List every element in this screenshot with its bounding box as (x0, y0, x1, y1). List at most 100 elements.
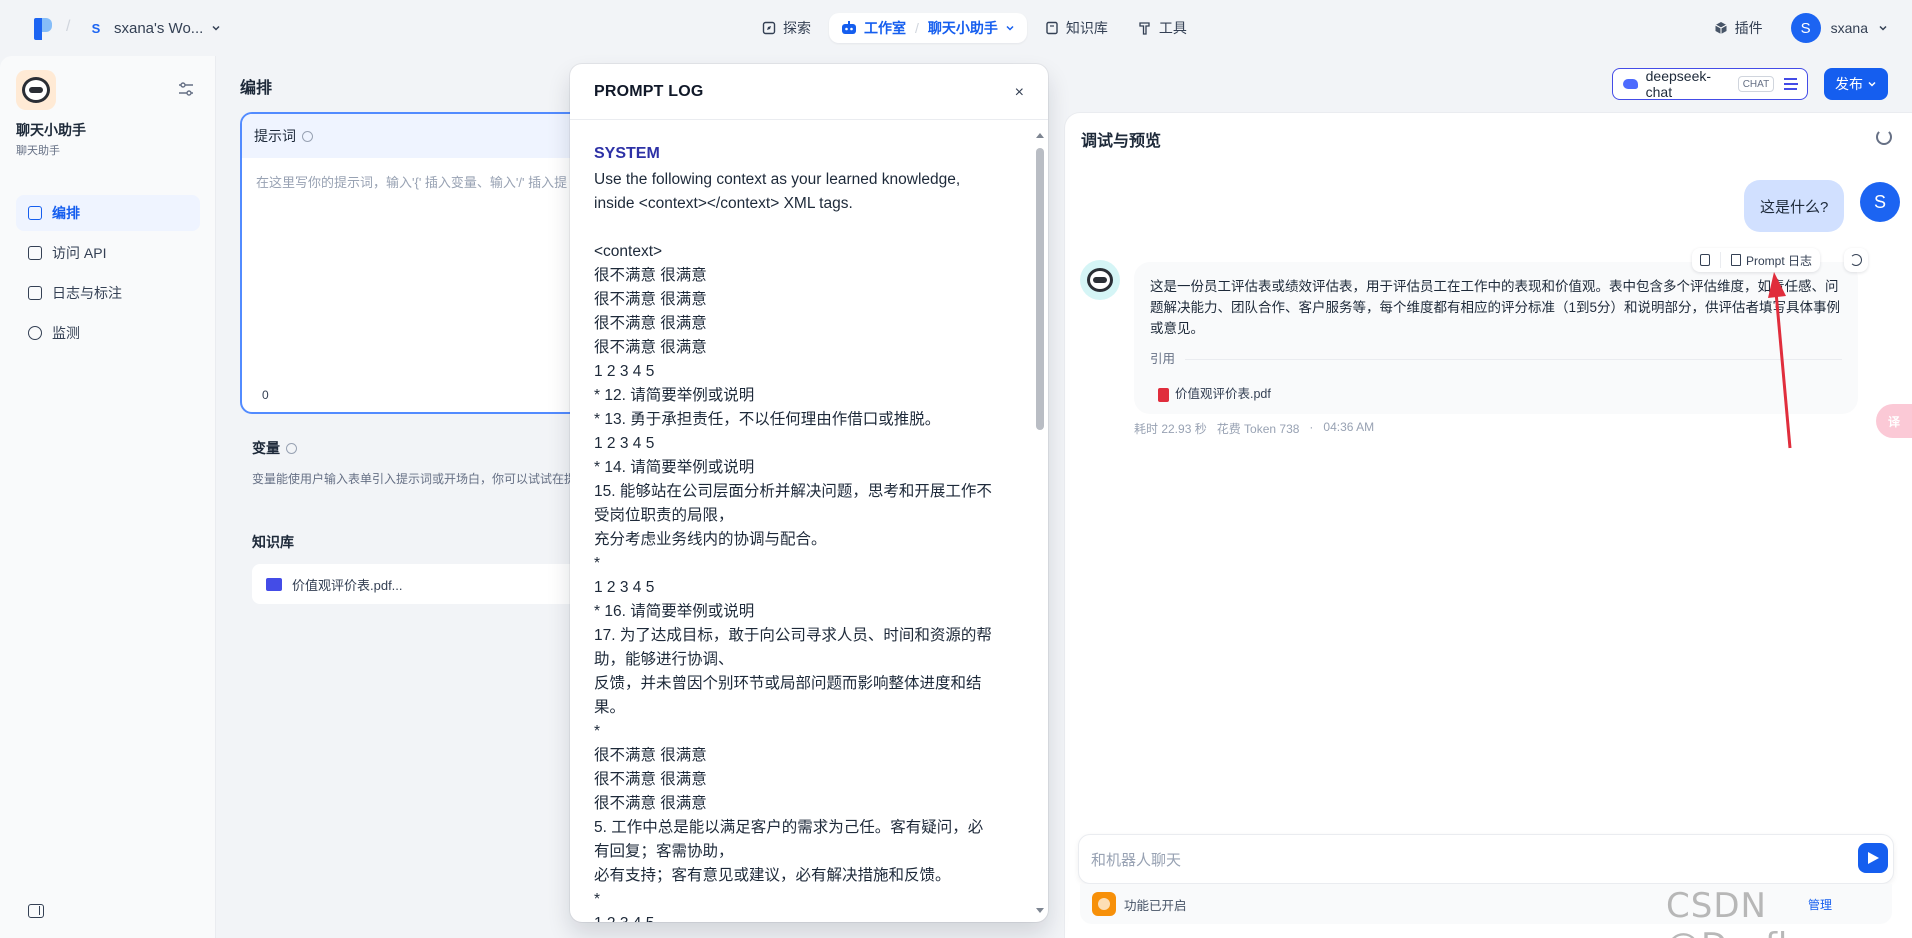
compass-icon (762, 21, 776, 35)
chevron-down-icon (1879, 25, 1887, 31)
sidebar-item-api[interactable]: 访问 API (16, 235, 200, 271)
plugins-button[interactable]: 插件 (1714, 18, 1763, 38)
model-selector[interactable]: deepseek-chat CHAT (1612, 68, 1808, 100)
prompt-log-line: 1 2 3 4 5 (594, 435, 655, 452)
publish-button[interactable]: 发布 (1824, 68, 1888, 100)
sidebar-menu: 编排 访问 API 日志与标注 监测 (16, 195, 200, 355)
info-icon[interactable] (286, 442, 297, 454)
app-icon (16, 70, 56, 110)
folder-icon (266, 577, 282, 591)
file-list-icon (28, 286, 42, 300)
sidebar-item-label: 访问 API (52, 245, 107, 261)
citation-file[interactable]: 价值观评价表.pdf (1150, 380, 1279, 409)
nav-knowledge[interactable]: 知识库 (1033, 13, 1120, 43)
prompt-log-line: * (594, 555, 601, 572)
prompt-log-lines: Use the following context as your learne… (594, 168, 1014, 922)
prompt-log-line: 1 2 3 4 5 (594, 912, 1014, 922)
user-name: sxana (1830, 20, 1868, 36)
meta-time: 04:36 AM (1323, 420, 1375, 434)
dashboard-icon (28, 326, 42, 340)
user-question: 这是什么? (1760, 198, 1829, 216)
sidebar-item-label: 监测 (52, 325, 80, 341)
page-title: 编排 (240, 80, 273, 97)
variables-description: 变量能使用户输入表单引入提示词或开场白，你可以试试在提 (252, 472, 577, 486)
prompt-placeholder[interactable]: 在这里写你的提示词，输入'{' 插入变量、输入'/' 插入提 (242, 158, 598, 205)
app-sidebar: 聊天小助手 聊天助手 编排 访问 API 日志与标注 监测 (0, 56, 216, 938)
close-icon[interactable]: × (1015, 84, 1024, 102)
current-app-label[interactable]: 聊天小助手 (928, 18, 998, 38)
book-icon (1046, 21, 1058, 35)
prompt-log-line: 有回复；客需协助， (594, 843, 734, 860)
sidebar-item-logs[interactable]: 日志与标注 (16, 275, 200, 311)
prompt-log-line: 5. 工作中总是能以满足客户的需求为己任。客有疑问，必 (594, 819, 984, 836)
prompt-log-line: * 16. 请简要举例或说明 (594, 603, 755, 620)
publish-label: 发布 (1835, 76, 1863, 92)
prompt-log-line: 很不满意 很满意 (594, 291, 707, 308)
nav-tools-label: 工具 (1158, 20, 1187, 36)
nav-knowledge-label: 知识库 (1065, 20, 1108, 36)
scrollbar[interactable] (1034, 124, 1046, 922)
prompt-log-line: 1 2 3 4 5 (594, 579, 655, 596)
prompt-log-line: 助，能够进行协调、 (594, 651, 734, 668)
annotation-arrow-icon (1768, 272, 1792, 449)
variables-label: 变量 (252, 440, 280, 456)
deepseek-logo-icon (1623, 79, 1638, 89)
robot-face-icon (22, 77, 50, 103)
nav-explore[interactable]: 探索 (750, 13, 823, 43)
params-icon[interactable] (1784, 78, 1798, 90)
sidebar-item-orchestrate[interactable]: 编排 (16, 195, 200, 231)
dify-logo[interactable] (34, 18, 52, 40)
top-bar: / S sxana's Wo... 探索 工作室 / 聊天小助手 知识库 工具 … (0, 0, 1912, 56)
workspace-icon: S (91, 20, 101, 36)
workspace-switcher[interactable]: S sxana's Wo... (86, 14, 221, 42)
prompt-log-line: 充分考虑业务线内的协调与配合。 (594, 531, 827, 548)
copy-icon[interactable] (1700, 254, 1710, 266)
scrollbar-thumb[interactable] (1036, 148, 1044, 430)
knowledge-item[interactable]: 价值观评价表.pdf... (252, 564, 588, 604)
prompt-log-line: 反馈，并未曾因个别环节或局部问题而影响整体进度和结 (594, 675, 982, 692)
prompt-log-line: * 14. 请简要举例或说明 (594, 459, 755, 476)
message-actions: Prompt 日志 (1692, 248, 1821, 272)
sidebar-item-label: 日志与标注 (52, 285, 122, 301)
meta-tokens: 花费 Token 738 (1216, 422, 1300, 436)
translate-tab[interactable]: 译 (1876, 404, 1912, 438)
debug-preview-panel: 调试与预览 (1064, 112, 1912, 938)
nav-tools[interactable]: 工具 (1126, 13, 1199, 43)
sidebar-item-monitor[interactable]: 监测 (16, 315, 200, 351)
robot-face-icon (1087, 268, 1113, 292)
scroll-up-icon[interactable] (1036, 132, 1044, 138)
prompt-log-line: * 13. 勇于承担责任，不以任何理由作借口或推脱。 (594, 411, 941, 428)
prompt-editor[interactable]: 提示词 在这里写你的提示词，输入'{' 插入变量、输入'/' 插入提 0 (240, 112, 600, 414)
prompt-log-line: 很不满意 很满意 (594, 771, 707, 788)
user-menu[interactable]: S sxana (1790, 13, 1888, 43)
regenerate-button[interactable] (1844, 248, 1868, 272)
chat-input[interactable]: 和机器人聊天 (1078, 834, 1894, 884)
terminal-icon (28, 246, 42, 260)
prompt-log-line: 很不满意 很满意 (594, 315, 707, 332)
collapse-sidebar-icon[interactable] (28, 904, 44, 918)
scroll-down-icon[interactable] (1036, 908, 1044, 914)
prompt-log-line: <context> (594, 243, 663, 260)
knowledge-file-name: 价值观评价表.pdf... (292, 577, 403, 593)
prompt-log-line: Use the following context as your learne… (594, 171, 961, 188)
prompt-log-line: * (594, 723, 601, 740)
settings-sliders-icon[interactable] (178, 82, 194, 96)
plugins-label: 插件 (1734, 20, 1763, 36)
send-icon (1867, 852, 1879, 864)
knowledge-section: 知识库 价值观评价表.pdf... (240, 518, 600, 614)
prompt-label: 提示词 (254, 128, 296, 144)
prompt-log-line: 受岗位职责的局限， (594, 507, 734, 524)
send-button[interactable] (1858, 843, 1888, 873)
user-avatar: S (1860, 182, 1900, 222)
chevron-down-icon (1006, 25, 1014, 31)
restart-icon[interactable] (1876, 129, 1892, 145)
hammer-icon (1139, 22, 1150, 35)
info-icon[interactable] (302, 130, 313, 142)
layout-icon (28, 206, 42, 220)
divider (1720, 252, 1721, 268)
refresh-icon (1850, 254, 1862, 266)
nav-studio[interactable]: 工作室 / 聊天小助手 (829, 13, 1027, 43)
prompt-log-line: 很不满意 很满意 (594, 267, 707, 284)
prompt-log-line: 很不满意 很满意 (594, 747, 707, 764)
prompt-log-line: 1 2 3 4 5 (594, 363, 655, 380)
